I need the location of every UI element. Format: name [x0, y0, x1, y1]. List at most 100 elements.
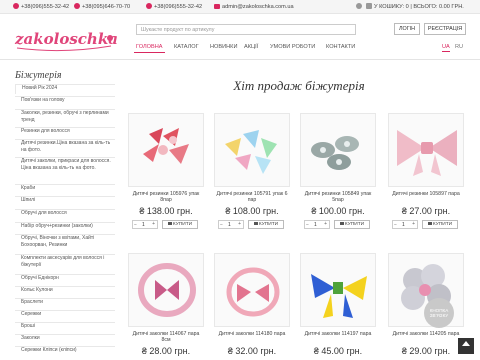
quantity-value[interactable]: 1	[314, 222, 317, 228]
buy-button[interactable]: КУПИТИ	[248, 220, 284, 229]
product-card: Дитячі резинки 105976 упак 8пар ₴ 138.00…	[128, 113, 204, 231]
decrease-button[interactable]: −	[220, 222, 223, 228]
page-title: Хіт продаж біжутерія	[233, 78, 365, 93]
sidebar-item[interactable]: Шпилі	[15, 196, 115, 206]
quantity-value[interactable]: 1	[228, 222, 231, 228]
product-image[interactable]	[128, 113, 204, 187]
product-name[interactable]: Дитячі резинки 105849 упак 5пар	[300, 191, 376, 203]
product-card: Дитячі резинки 105849 упак 5пар ₴ 100.00…	[300, 113, 376, 231]
logo-dot	[107, 35, 113, 41]
sidebar-item[interactable]: Сережки	[15, 310, 115, 320]
buy-button[interactable]: КУПИТИ	[334, 220, 370, 229]
product-price: ₴ 27.00 грн.	[401, 206, 451, 216]
sidebar-item[interactable]: Броші	[15, 322, 115, 332]
decrease-button[interactable]: −	[306, 222, 309, 228]
email-link[interactable]: admin@zakoloschka.com.ua	[214, 3, 294, 11]
nav-catalog[interactable]: КАТАЛОГ	[172, 42, 201, 52]
cart-icon	[253, 222, 258, 225]
product-name[interactable]: Дитячі резинки 105791 упак 6 пар	[214, 191, 290, 203]
sidebar-item[interactable]: Дитячі заколки, прикраси для волосся. Ці…	[15, 157, 115, 180]
product-name[interactable]: Дитячі заколки 114180 пара	[214, 331, 290, 337]
product-photo	[143, 128, 189, 164]
product-photo	[138, 263, 196, 317]
sidebar-item[interactable]: Обручі Еднікорн	[15, 274, 115, 284]
nav-home[interactable]: ГОЛОВНА	[134, 42, 165, 53]
phone-link-1[interactable]: +38(096)555-32-42	[13, 3, 69, 11]
product-price: ₴ 32.00 грн.	[227, 346, 277, 356]
user-icon	[356, 3, 362, 9]
product-price: ₴ 29.00 грн.	[401, 346, 451, 356]
lang-ru[interactable]: RU	[455, 43, 463, 51]
cart-summary[interactable]: У КОШИКУ: 0 | ВСЬОГО: 0.00 ГРН.	[366, 3, 464, 11]
increase-button[interactable]: +	[152, 221, 155, 227]
product-name[interactable]: Дитячі резинки 105976 упак 8пар	[128, 191, 204, 203]
sidebar-item[interactable]: Дитячі резинки.Ціна вказана за кіль-ть н…	[15, 139, 115, 155]
header-divider	[0, 59, 480, 60]
sidebar-item[interactable]: Комплекти аксесуарів для волосся і біжут…	[15, 254, 115, 270]
phone-link-2[interactable]: +38(095)646-70-70	[74, 3, 130, 11]
increase-button[interactable]: +	[324, 221, 327, 227]
product-name[interactable]: Дитячі заколки 114067 пара 8см	[128, 331, 204, 343]
quantity-stepper[interactable]: −1 +	[304, 220, 330, 229]
phone-icon	[74, 3, 80, 9]
sidebar-item[interactable]: Набір обруч+резинки (заколки)	[15, 222, 115, 232]
product-image[interactable]	[300, 113, 376, 187]
lang-ua[interactable]: UA	[442, 43, 450, 52]
quantity-stepper[interactable]: −1 +	[218, 220, 244, 229]
decrease-button[interactable]: −	[394, 222, 397, 228]
logo-text: zakoloschka	[14, 30, 117, 48]
product-image[interactable]	[300, 253, 376, 327]
product-image[interactable]	[388, 113, 464, 187]
sidebar-item[interactable]: Пов'язки на голову	[15, 96, 115, 107]
nav-contacts[interactable]: КОНТАКТИ	[324, 42, 357, 52]
nav-new[interactable]: НОВИНКИ	[208, 42, 239, 52]
quantity-stepper[interactable]: −1 +	[132, 220, 158, 229]
product-photo	[226, 267, 280, 317]
product-name[interactable]: Дитячі заколки 114205 пара	[388, 331, 464, 337]
product-name[interactable]: Дитячі заколки 114197 пара	[300, 331, 376, 337]
product-image[interactable]	[128, 253, 204, 327]
login-button[interactable]: ЛОГІН	[394, 23, 420, 35]
sidebar-item[interactable]: Кольє Кулони	[15, 286, 115, 296]
product-price: ₴ 45.00 грн.	[313, 346, 363, 356]
quantity-stepper[interactable]: −1 +	[392, 220, 418, 229]
sidebar-item[interactable]: Новий Рік 2024	[15, 84, 115, 94]
product-photo	[397, 130, 457, 176]
cart-icon	[167, 222, 172, 225]
sidebar-item[interactable]: Браслети	[15, 298, 115, 308]
sidebar-item[interactable]: Заколки	[15, 334, 115, 344]
phone-icon	[13, 3, 19, 9]
sidebar-item[interactable]: Краби	[15, 184, 115, 194]
product-photo	[311, 274, 367, 318]
increase-button[interactable]: +	[412, 221, 415, 227]
sidebar-item[interactable]: Резинки для волосся	[15, 127, 115, 137]
callback-button[interactable]: КНОПКА ЗВ'ЯЗКУ	[424, 298, 454, 328]
buy-button[interactable]: КУПИТИ	[162, 220, 198, 229]
quantity-value[interactable]: 1	[402, 222, 405, 228]
scroll-top-button[interactable]	[458, 338, 474, 354]
phone-link-3[interactable]: +38(096)555-32-42	[146, 3, 202, 11]
sidebar-item[interactable]: Сережки Кліпси (кліпси)	[15, 346, 115, 356]
user-icon-link[interactable]	[356, 3, 364, 11]
search-input[interactable]: Шукаєте продукт по артикулу	[136, 24, 356, 35]
buy-button[interactable]: КУПИТИ	[422, 220, 458, 229]
product-image[interactable]	[214, 113, 290, 187]
nav-sales[interactable]: АКЦІЇ	[242, 42, 260, 52]
product-name[interactable]: Дитячі резинки 105897 пара	[388, 191, 464, 197]
product-price: ₴ 138.00 грн.	[139, 206, 193, 216]
sidebar-item[interactable]: Обручі для волосся	[15, 209, 115, 219]
nav-terms[interactable]: УМОВИ РОБОТИ	[268, 42, 317, 52]
top-bar: +38(096)555-32-42 +38(095)646-70-70 +38(…	[0, 0, 480, 14]
phone-icon	[146, 3, 152, 9]
decrease-button[interactable]: −	[134, 222, 137, 228]
product-card: Дитячі заколки 114067 пара 8см ₴ 28.00 г…	[128, 253, 204, 360]
product-card: Дитячі резинки 105791 упак 6 пар ₴ 108.0…	[214, 113, 290, 231]
register-button[interactable]: РЕЄСТРАЦІЯ	[424, 23, 466, 35]
site-logo[interactable]: zakoloschka	[13, 24, 117, 54]
product-image[interactable]	[214, 253, 290, 327]
sidebar-item[interactable]: Обручі, Віночки з квітами, Хайтi Бохоорв…	[15, 234, 115, 250]
increase-button[interactable]: +	[238, 221, 241, 227]
quantity-value[interactable]: 1	[142, 222, 145, 228]
sidebar-item[interactable]: Заколки, резинки, обручі з перлинами тре…	[15, 109, 115, 125]
cart-icon	[366, 3, 372, 9]
